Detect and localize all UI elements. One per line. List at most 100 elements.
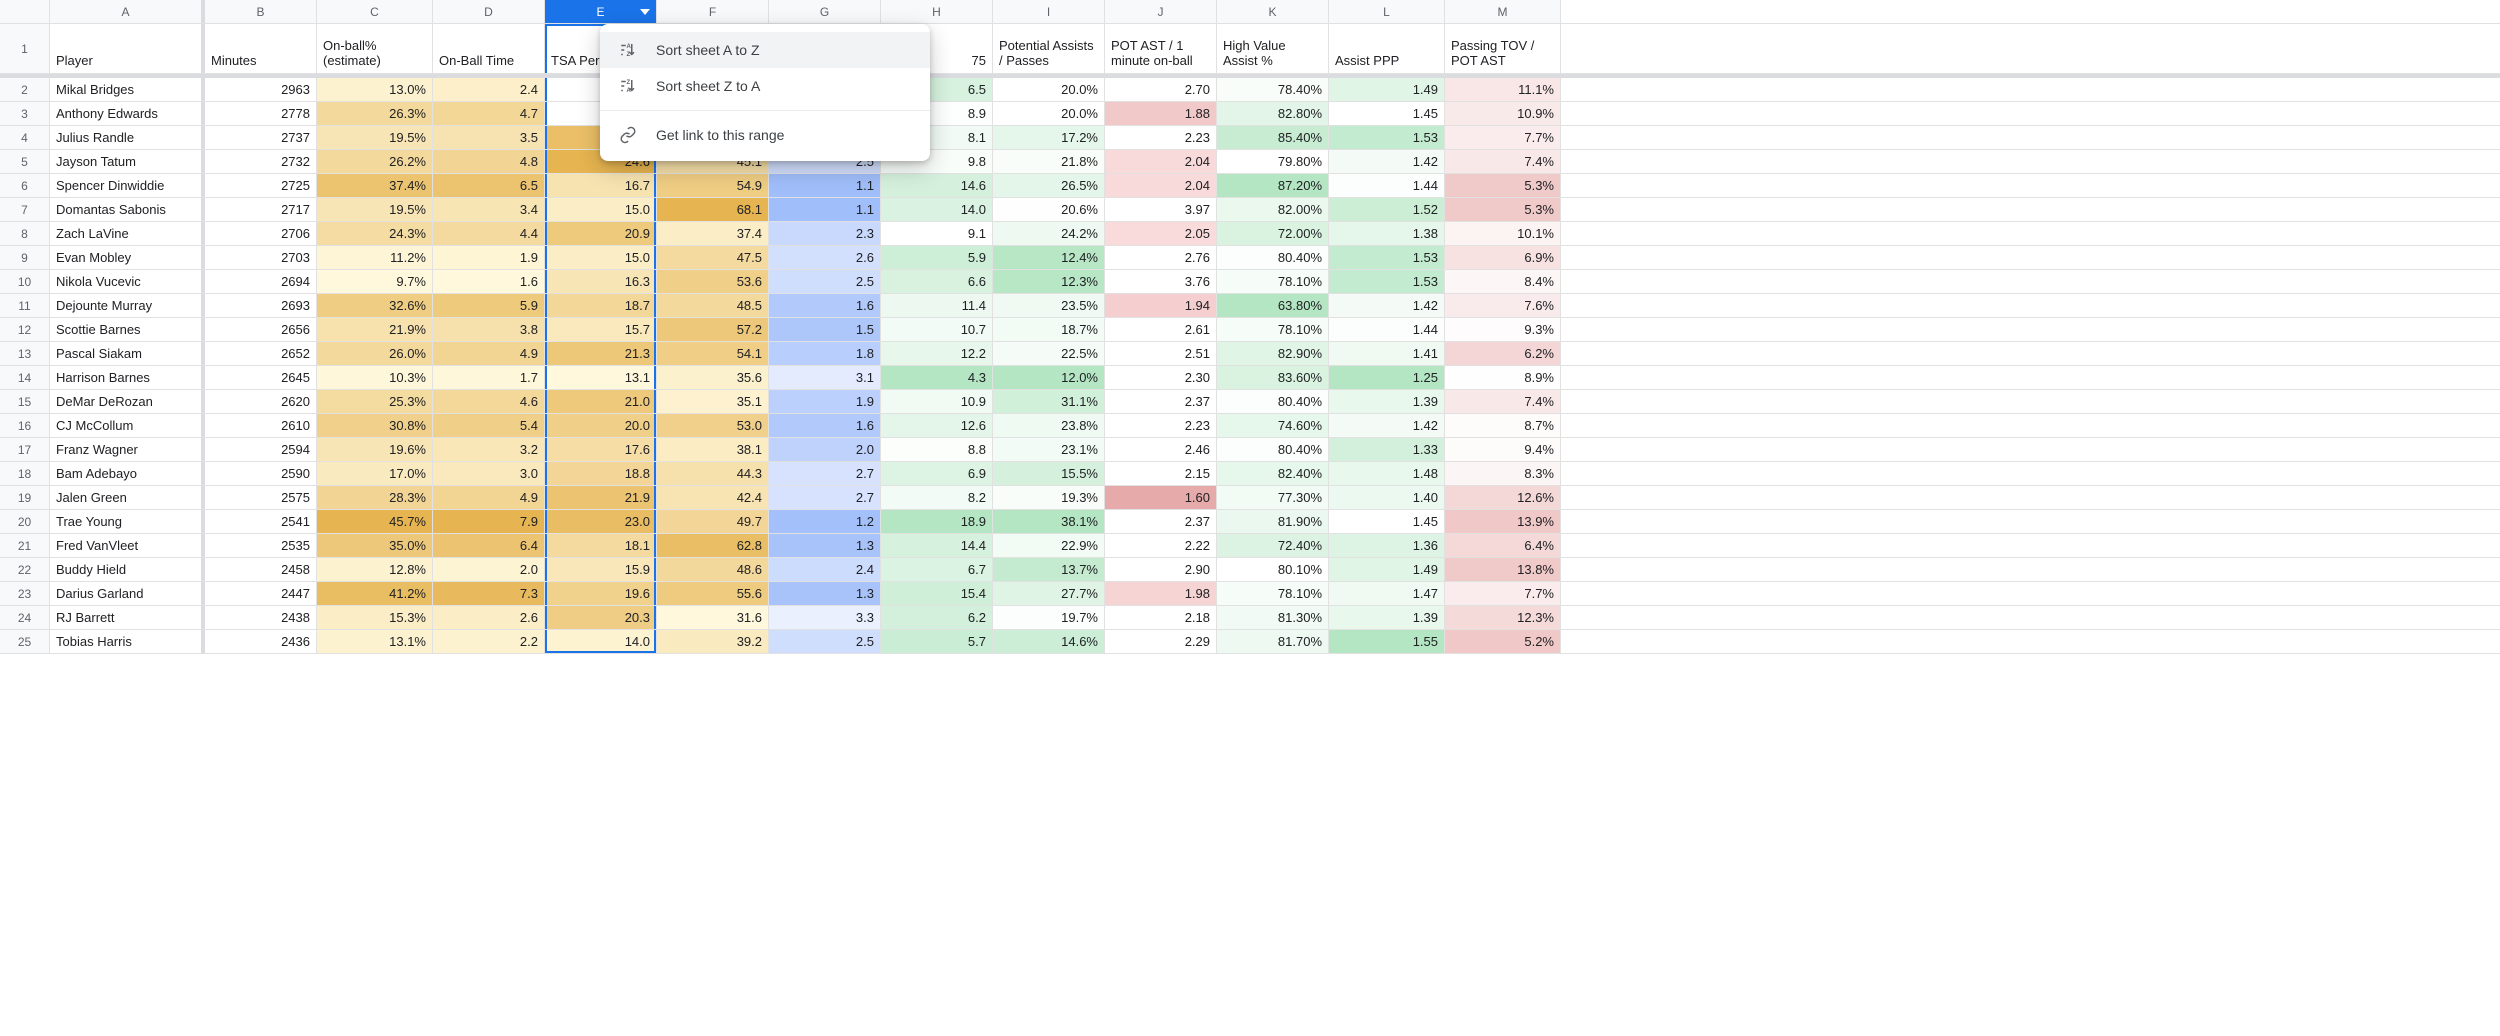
cell-A[interactable]: Julius Randle <box>50 126 205 149</box>
row-number[interactable]: 3 <box>0 102 50 125</box>
row-number[interactable]: 10 <box>0 270 50 293</box>
cell-E[interactable]: 21.3 <box>545 342 657 365</box>
cell-M[interactable]: 12.3% <box>1445 606 1561 629</box>
cell-B[interactable]: 2594 <box>205 438 317 461</box>
row-number[interactable]: 9 <box>0 246 50 269</box>
cell-C[interactable]: 10.3% <box>317 366 433 389</box>
cell-M[interactable]: 5.3% <box>1445 198 1561 221</box>
row-number[interactable]: 16 <box>0 414 50 437</box>
cell-G[interactable]: 2.4 <box>769 558 881 581</box>
cell-F[interactable]: 35.6 <box>657 366 769 389</box>
row-number[interactable]: 7 <box>0 198 50 221</box>
cell-F[interactable]: 62.8 <box>657 534 769 557</box>
header-cell-A[interactable]: Player <box>50 24 205 73</box>
cell-J[interactable]: 2.70 <box>1105 78 1217 101</box>
row-number[interactable]: 15 <box>0 390 50 413</box>
cell-G[interactable]: 2.5 <box>769 270 881 293</box>
cell-B[interactable]: 2737 <box>205 126 317 149</box>
column-header-A[interactable]: A <box>50 0 205 23</box>
cell-E[interactable]: 18.1 <box>545 534 657 557</box>
cell-L[interactable]: 1.41 <box>1329 342 1445 365</box>
cell-C[interactable]: 32.6% <box>317 294 433 317</box>
cell-A[interactable]: Domantas Sabonis <box>50 198 205 221</box>
cell-C[interactable]: 9.7% <box>317 270 433 293</box>
cell-K[interactable]: 74.60% <box>1217 414 1329 437</box>
column-header-J[interactable]: J <box>1105 0 1217 23</box>
cell-J[interactable]: 2.15 <box>1105 462 1217 485</box>
cell-F[interactable]: 57.2 <box>657 318 769 341</box>
cell-C[interactable]: 24.3% <box>317 222 433 245</box>
cell-G[interactable]: 2.7 <box>769 462 881 485</box>
cell-E[interactable]: 20.9 <box>545 222 657 245</box>
cell-L[interactable]: 1.49 <box>1329 78 1445 101</box>
cell-I[interactable]: 23.5% <box>993 294 1105 317</box>
cell-J[interactable]: 2.37 <box>1105 390 1217 413</box>
cell-L[interactable]: 1.33 <box>1329 438 1445 461</box>
cell-F[interactable]: 48.6 <box>657 558 769 581</box>
cell-J[interactable]: 1.98 <box>1105 582 1217 605</box>
cell-G[interactable]: 2.7 <box>769 486 881 509</box>
row-number[interactable]: 6 <box>0 174 50 197</box>
cell-K[interactable]: 79.80% <box>1217 150 1329 173</box>
cell-A[interactable]: Anthony Edwards <box>50 102 205 125</box>
cell-E[interactable]: 21.0 <box>545 390 657 413</box>
cell-L[interactable]: 1.25 <box>1329 366 1445 389</box>
cell-K[interactable]: 80.40% <box>1217 390 1329 413</box>
cell-I[interactable]: 14.6% <box>993 630 1105 653</box>
cell-H[interactable]: 12.2 <box>881 342 993 365</box>
cell-I[interactable]: 27.7% <box>993 582 1105 605</box>
column-header-D[interactable]: D <box>433 0 545 23</box>
cell-I[interactable]: 20.0% <box>993 78 1105 101</box>
cell-J[interactable]: 2.46 <box>1105 438 1217 461</box>
cell-D[interactable]: 1.7 <box>433 366 545 389</box>
cell-H[interactable]: 4.3 <box>881 366 993 389</box>
cell-G[interactable]: 3.3 <box>769 606 881 629</box>
cell-M[interactable]: 6.9% <box>1445 246 1561 269</box>
cell-A[interactable]: Evan Mobley <box>50 246 205 269</box>
cell-D[interactable]: 2.6 <box>433 606 545 629</box>
cell-A[interactable]: Jalen Green <box>50 486 205 509</box>
cell-C[interactable]: 19.6% <box>317 438 433 461</box>
cell-G[interactable]: 1.3 <box>769 534 881 557</box>
cell-C[interactable]: 26.3% <box>317 102 433 125</box>
cell-D[interactable]: 4.7 <box>433 102 545 125</box>
cell-D[interactable]: 3.0 <box>433 462 545 485</box>
cell-D[interactable]: 3.8 <box>433 318 545 341</box>
cell-C[interactable]: 21.9% <box>317 318 433 341</box>
column-header-B[interactable]: B <box>205 0 317 23</box>
cell-B[interactable]: 2620 <box>205 390 317 413</box>
cell-M[interactable]: 6.4% <box>1445 534 1561 557</box>
cell-B[interactable]: 2436 <box>205 630 317 653</box>
cell-B[interactable]: 2963 <box>205 78 317 101</box>
column-header-M[interactable]: M <box>1445 0 1561 23</box>
cell-J[interactable]: 2.30 <box>1105 366 1217 389</box>
cell-M[interactable]: 7.6% <box>1445 294 1561 317</box>
cell-K[interactable]: 82.90% <box>1217 342 1329 365</box>
cell-K[interactable]: 82.00% <box>1217 198 1329 221</box>
cell-B[interactable]: 2706 <box>205 222 317 245</box>
cell-C[interactable]: 37.4% <box>317 174 433 197</box>
cell-G[interactable]: 1.6 <box>769 294 881 317</box>
cell-H[interactable]: 14.4 <box>881 534 993 557</box>
cell-L[interactable]: 1.44 <box>1329 318 1445 341</box>
row-number[interactable]: 19 <box>0 486 50 509</box>
cell-E[interactable]: 18.7 <box>545 294 657 317</box>
cell-K[interactable]: 77.30% <box>1217 486 1329 509</box>
cell-L[interactable]: 1.53 <box>1329 126 1445 149</box>
cell-L[interactable]: 1.39 <box>1329 390 1445 413</box>
column-header-H[interactable]: H <box>881 0 993 23</box>
cell-D[interactable]: 2.0 <box>433 558 545 581</box>
row-number[interactable]: 14 <box>0 366 50 389</box>
cell-D[interactable]: 7.9 <box>433 510 545 533</box>
cell-E[interactable]: 15.9 <box>545 558 657 581</box>
cell-I[interactable]: 17.2% <box>993 126 1105 149</box>
cell-H[interactable]: 6.2 <box>881 606 993 629</box>
cell-E[interactable]: 17.6 <box>545 438 657 461</box>
cell-H[interactable]: 6.7 <box>881 558 993 581</box>
cell-D[interactable]: 4.8 <box>433 150 545 173</box>
cell-K[interactable]: 82.40% <box>1217 462 1329 485</box>
cell-M[interactable]: 8.7% <box>1445 414 1561 437</box>
cell-L[interactable]: 1.45 <box>1329 510 1445 533</box>
cell-J[interactable]: 2.22 <box>1105 534 1217 557</box>
cell-M[interactable]: 13.9% <box>1445 510 1561 533</box>
